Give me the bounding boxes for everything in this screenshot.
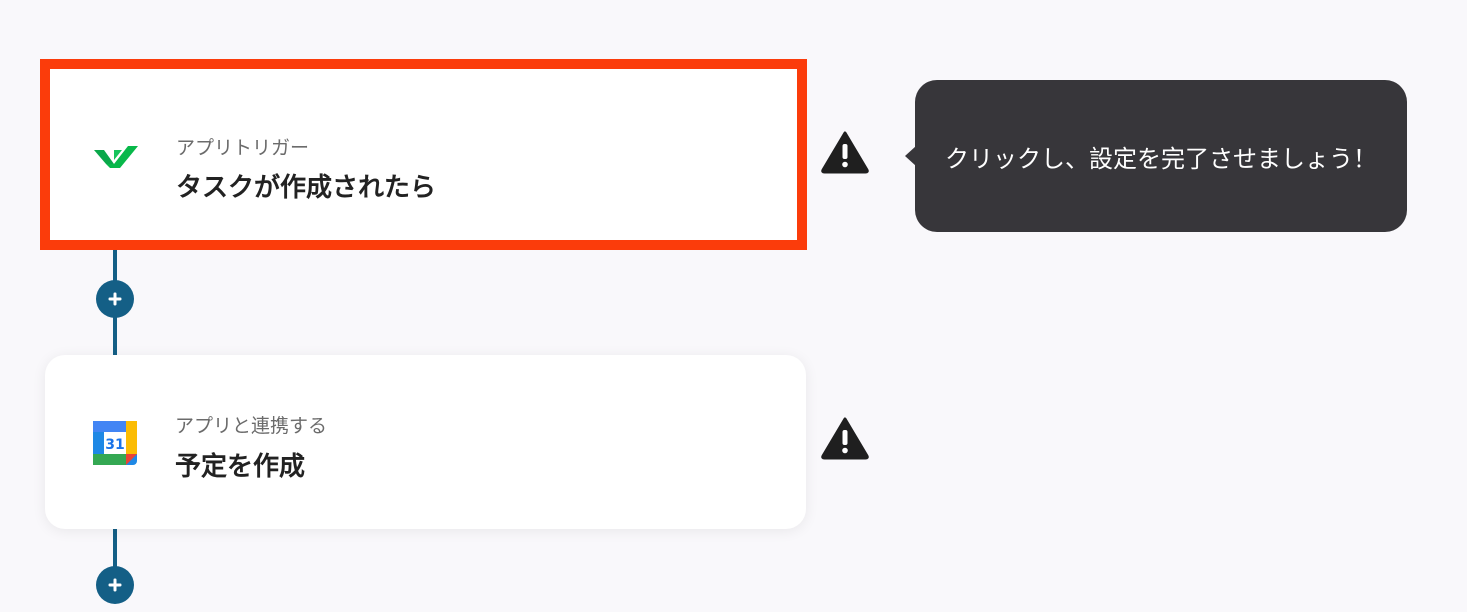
trigger-step-card[interactable]: アプリトリガー タスクが作成されたら	[40, 59, 807, 250]
warning-icon[interactable]	[820, 130, 870, 174]
setup-tooltip: クリックし、設定を完了させましょう！	[905, 80, 1407, 232]
plus-icon	[108, 292, 122, 306]
add-step-button[interactable]	[96, 280, 134, 318]
step-title: 予定を作成	[175, 452, 306, 482]
action-step-card[interactable]: 31 アプリと連携する 予定を作成	[45, 355, 806, 529]
warning-icon[interactable]	[820, 416, 870, 460]
add-step-button[interactable]	[96, 566, 134, 604]
step-subtitle: アプリと連携する	[175, 415, 328, 437]
calendar-day-number: 31	[105, 437, 124, 453]
step-title: タスクが作成されたら	[176, 173, 437, 203]
google-calendar-icon: 31	[91, 419, 139, 467]
step-subtitle: アプリトリガー	[176, 137, 310, 159]
plus-icon	[108, 578, 122, 592]
tooltip-arrow	[905, 146, 916, 166]
wrike-icon	[92, 131, 140, 179]
tooltip-text: クリックし、設定を完了させましょう！	[945, 144, 1377, 173]
